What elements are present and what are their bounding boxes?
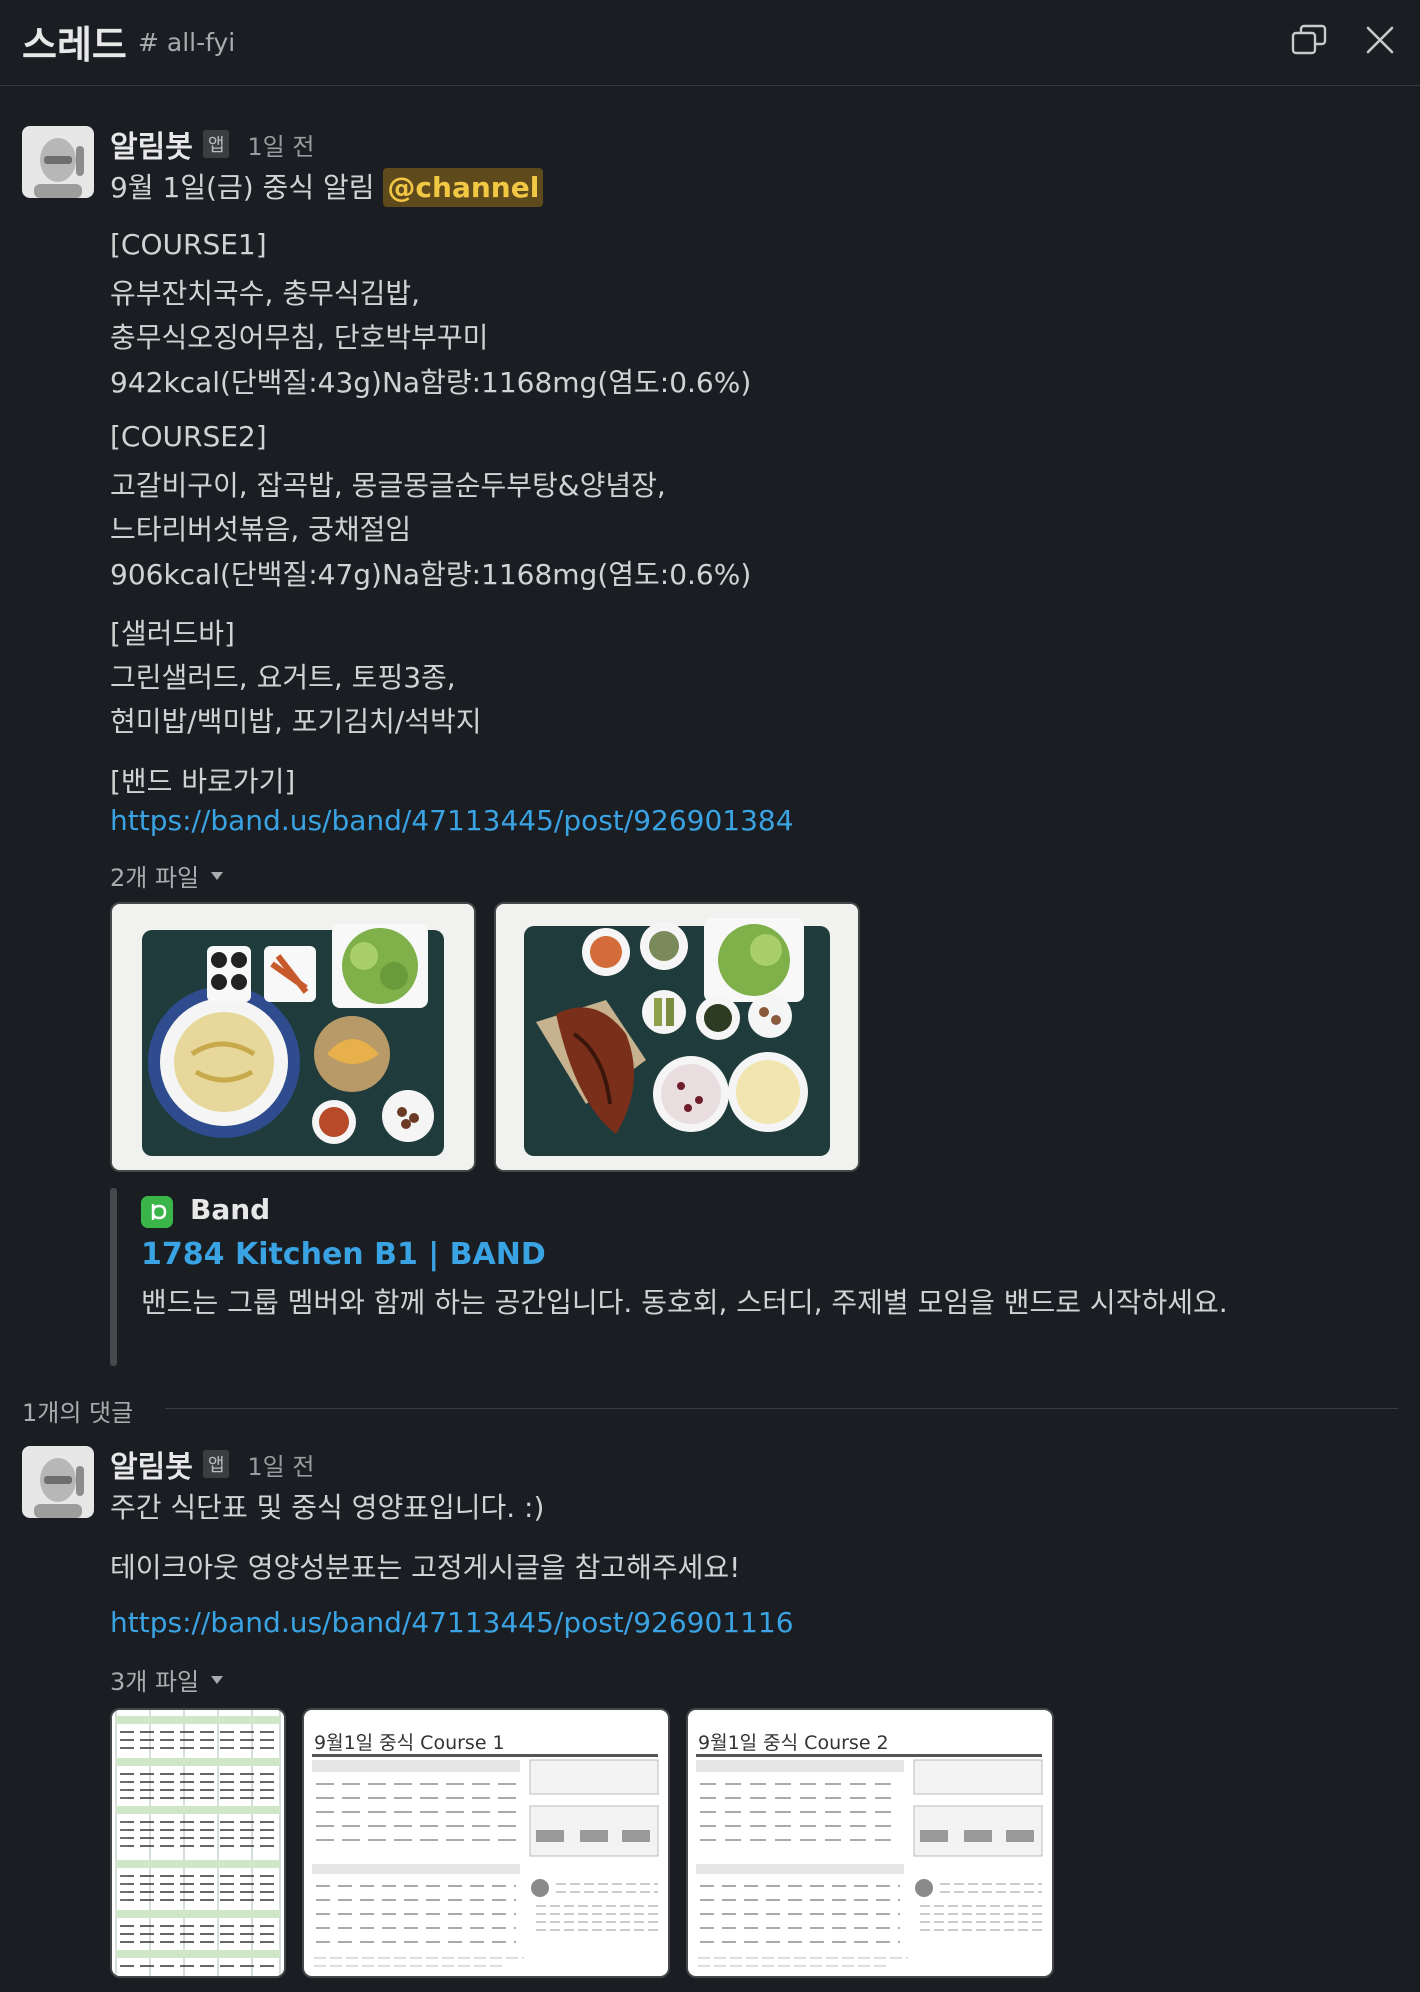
files-toggle[interactable]: 3개 파일: [110, 1662, 224, 1697]
band-logo-icon: [141, 1196, 173, 1228]
message-meta: 알림봇 앱 1일 전: [110, 122, 314, 166]
files-toggle[interactable]: 2개 파일: [110, 858, 224, 893]
nutrition-file-course1[interactable]: 9월1일 중식 Course 1: [302, 1708, 670, 1978]
course1-line1: 유부잔치국수, 충무식김밥,: [110, 277, 421, 310]
reply-line1: 주간 식단표 및 중식 영양표입니다. :): [110, 1491, 545, 1524]
course1-line3: 942kcal(단백질:43g)Na함량:1168mg(염도:0.6%): [110, 366, 752, 399]
timestamp[interactable]: 1일 전: [247, 1447, 314, 1482]
files-count: 3개 파일: [110, 1668, 200, 1696]
band-post-link[interactable]: https://band.us/band/47113445/post/92690…: [110, 804, 794, 837]
close-button[interactable]: [1358, 18, 1402, 62]
app-badge: 앱: [202, 1450, 230, 1478]
course1-line2: 충무식오징어무침, 단호박부꾸미: [110, 321, 489, 354]
course2-line1: 고갈비구이, 잡곡밥, 몽글몽글순두부탕&양념장,: [110, 469, 666, 502]
files-count: 2개 파일: [110, 864, 200, 892]
replies-divider: [165, 1408, 1398, 1409]
salad-line1: 그린샐러드, 요거트, 토핑3종,: [110, 661, 456, 694]
salad-line2: 현미밥/백미밥, 포기김치/석박지: [110, 705, 482, 738]
course2-heading: [COURSE2]: [110, 420, 267, 453]
reply-band-link[interactable]: https://band.us/band/47113445/post/92690…: [110, 1606, 794, 1639]
lunch-photo-course1[interactable]: [110, 902, 476, 1172]
author-name[interactable]: 알림봇: [110, 122, 193, 166]
open-in-window-icon: [1291, 24, 1327, 55]
app-badge: 앱: [202, 130, 230, 158]
thread-title: 스레드: [22, 23, 127, 67]
message-title: 9월 1일(금) 중식 알림: [110, 171, 375, 204]
avatar[interactable]: [22, 1446, 94, 1518]
thread-header: 스레드 # all-fyi: [0, 0, 1420, 86]
salad-heading: [샐러드바]: [110, 617, 235, 650]
unfurl-description: 밴드는 그룹 멤버와 함께 하는 공간입니다. 동호회, 스터디, 주제별 모임…: [141, 1286, 1228, 1319]
close-icon: [1366, 26, 1394, 54]
unfurl-source: Band: [190, 1193, 271, 1226]
channel-mention[interactable]: @channel: [383, 168, 544, 207]
nutrition-file-course2[interactable]: 9월1일 중식 Course 2: [686, 1708, 1054, 1978]
file-title: 9월1일 중식 Course 2: [698, 1732, 889, 1754]
reply-line2: 테이크아웃 영양성분표는 고정게시글을 참고해주세요!: [110, 1551, 741, 1584]
unfurl-title-link[interactable]: 1784 Kitchen B1 | BAND: [141, 1237, 546, 1272]
weekly-menu-file[interactable]: [110, 1708, 286, 1978]
course2-line3: 906kcal(단백질:47g)Na함량:1168mg(염도:0.6%): [110, 558, 752, 591]
course2-line2: 느타리버섯볶음, 궁채절임: [110, 513, 412, 546]
open-in-window-button[interactable]: [1287, 18, 1331, 62]
channel-name[interactable]: # all-fyi: [138, 28, 235, 57]
caret-down-icon: [211, 1675, 224, 1684]
lunch-photo-course2[interactable]: [494, 902, 860, 1172]
avatar[interactable]: [22, 126, 94, 198]
message-title-line: 9월 1일(금) 중식 알림 @channel: [110, 166, 544, 207]
author-name[interactable]: 알림봇: [110, 1442, 193, 1486]
unfurl-accent-bar: [110, 1188, 117, 1366]
band-heading: [밴드 바로가기]: [110, 765, 296, 798]
caret-down-icon: [211, 871, 224, 880]
replies-count: 1개의 댓글: [22, 1399, 134, 1427]
timestamp[interactable]: 1일 전: [247, 127, 314, 162]
reply-meta: 알림봇 앱 1일 전: [110, 1442, 314, 1486]
course1-heading: [COURSE1]: [110, 228, 267, 261]
file-title: 9월1일 중식 Course 1: [314, 1732, 505, 1754]
